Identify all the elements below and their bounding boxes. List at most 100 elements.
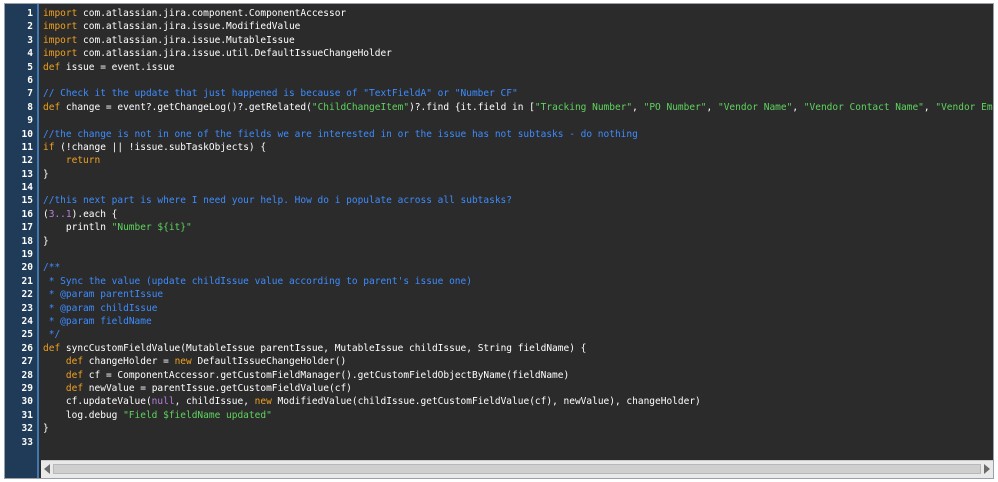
code-token-plain: , childIssue, (174, 396, 255, 408)
code-token-comment: * (43, 302, 61, 314)
code-token-plain: cf = ComponentAccessor.getCustomFieldMan… (83, 369, 570, 381)
code-token-plain: com.atlassian.jira.issue.MutableIssue (77, 34, 295, 46)
code-token-keyword: def (65, 382, 84, 394)
code-token-keyword: import (43, 21, 78, 33)
code-token-plain: newValue = parentIssue.getCustomFieldVal… (83, 382, 352, 394)
code-token-annot: @param (60, 302, 95, 314)
code-token-keyword: new (174, 356, 192, 368)
line-number: 7 (27, 88, 33, 100)
code-token-keyword: def (43, 342, 61, 354)
code-line: def newValue = parentIssue.getCustomFiel… (43, 382, 993, 395)
line-number: 4 (27, 48, 33, 60)
scroll-left-arrow-icon[interactable] (44, 464, 50, 474)
code-token-keyword: new (254, 396, 272, 408)
code-line: * @param fieldName (43, 315, 993, 328)
code-line: * @param parentIssue (43, 288, 993, 301)
code-line: } (43, 235, 993, 248)
code-token-plain: change = event?.getChangeLog()?.getRelat… (60, 101, 312, 113)
code-token-plain: cf.updateValue( (43, 396, 152, 408)
code-token-string: "Number ${it}" (111, 222, 192, 234)
code-line: def change = event?.getChangeLog()?.getR… (43, 101, 993, 114)
code-line: def cf = ComponentAccessor.getCustomFiel… (43, 369, 993, 382)
code-line: import com.atlassian.jira.issue.Modified… (43, 20, 993, 33)
line-number: 22 (21, 289, 33, 301)
line-number: 9 (27, 115, 33, 127)
code-line: def issue = event.issue (43, 61, 993, 74)
code-line: * Sync the value (update childIssue valu… (43, 275, 993, 288)
code-line: def changeHolder = new DefaultIssueChang… (43, 355, 993, 368)
code-token-plain: } (43, 423, 49, 435)
code-token-plain: log.debug (43, 409, 124, 421)
code-token-comment: */ (43, 329, 61, 341)
line-number: 5 (27, 61, 33, 73)
code-line: /** (43, 261, 993, 274)
code-token-keyword: import (43, 8, 78, 19)
line-number: 6 (27, 74, 33, 86)
code-token-plain: } (43, 235, 49, 247)
code-token-plain: com.atlassian.jira.issue.ModifiedValue (77, 21, 301, 33)
scrollbar-thumb[interactable] (53, 464, 981, 474)
code-token-keyword: return (65, 155, 101, 167)
code-line: (3..1).each { (43, 208, 993, 221)
line-number: 10 (21, 128, 33, 140)
code-line: } (43, 422, 993, 435)
code-token-keyword: def (43, 101, 61, 113)
code-token-string: "PO Number" (643, 101, 707, 113)
code-line: cf.updateValue(null, childIssue, new Mod… (43, 395, 993, 408)
code-token-comment: //this next part is where I need your he… (43, 195, 512, 207)
line-number: 26 (21, 342, 33, 354)
line-number: 33 (21, 436, 33, 448)
line-number: 28 (21, 369, 33, 381)
line-number: 17 (21, 222, 33, 234)
line-number: 14 (21, 182, 33, 194)
line-number: 8 (27, 101, 33, 113)
code-token-keyword: import (43, 34, 78, 46)
code-line: import com.atlassian.jira.issue.MutableI… (43, 34, 993, 47)
code-token-plain: com.atlassian.jira.component.ComponentAc… (77, 8, 347, 19)
line-number: 3 (27, 34, 33, 46)
line-number: 11 (21, 141, 33, 153)
line-number: 1 (27, 8, 33, 19)
code-token-comment: //the change is not in one of the fields… (43, 128, 638, 140)
line-number: 20 (21, 262, 33, 274)
code-token-plain: DefaultIssueChangeHolder() (191, 356, 347, 368)
code-line: import com.atlassian.jira.issue.util.Def… (43, 47, 993, 60)
code-token-string: "Tracking Number" (534, 101, 633, 113)
code-token-plain: (!change || !issue.subTaskObjects) { (54, 141, 267, 153)
code-line: */ (43, 328, 993, 341)
line-number: 2 (27, 21, 33, 33)
code-line: } (43, 168, 993, 181)
code-token-plain: println (43, 222, 112, 234)
code-token-plain: com.atlassian.jira.issue.util.DefaultIss… (77, 48, 392, 60)
code-token-keyword: def (65, 369, 84, 381)
code-line: //the change is not in one of the fields… (43, 128, 993, 141)
code-token-plain: ModifiedValue(childIssue.getCustomFieldV… (271, 396, 701, 408)
line-number: 16 (21, 208, 33, 220)
code-token-plain: , (792, 101, 804, 113)
code-token-comment: * (43, 315, 61, 327)
code-line: import com.atlassian.jira.component.Comp… (43, 7, 993, 20)
line-number-gutter: 1 2 3 4 5 6 7 8 9 10 11 12 13 14 15 16 17 18 19 20 21 22 23 24 2… (5, 4, 39, 478)
horizontal-scrollbar[interactable] (41, 460, 993, 478)
code-token-plain: syncCustomFieldValue(MutableIssue parent… (60, 342, 587, 354)
code-editor[interactable]: 1 2 3 4 5 6 7 8 9 10 11 12 13 14 15 16 17 18 19 20 21 22 23 24 2… (4, 3, 994, 479)
line-number: 21 (21, 275, 33, 287)
code-line: //this next part is where I need your he… (43, 194, 993, 207)
code-token-plain: , (923, 101, 936, 113)
code-area[interactable]: import com.atlassian.jira.component.Comp… (43, 4, 993, 460)
code-token-string: "ChildChangeItem" (311, 101, 410, 113)
code-line: println "Number ${it}" (43, 221, 993, 234)
code-token-plain: ).each { (71, 208, 118, 220)
code-token-string: "Vendor Email" (935, 101, 993, 113)
scroll-right-arrow-icon[interactable] (984, 464, 990, 474)
code-line: def syncCustomFieldValue(MutableIssue pa… (43, 342, 993, 355)
